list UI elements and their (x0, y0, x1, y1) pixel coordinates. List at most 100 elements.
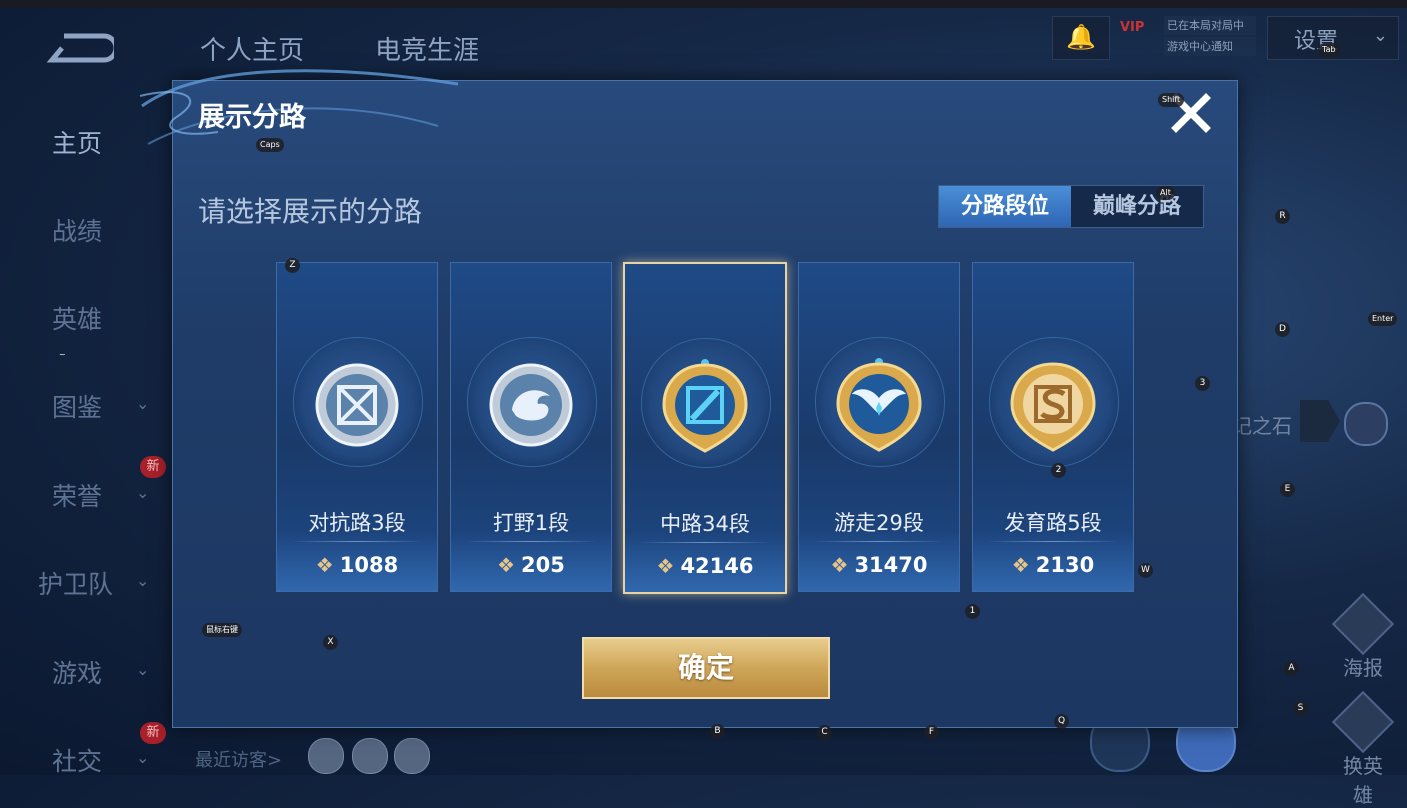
bell-icon[interactable]: 🔔 (1052, 16, 1110, 60)
tab-esports[interactable]: 电竞生涯 (375, 30, 479, 67)
sidebar-item-codex[interactable]: 图鉴 (52, 388, 102, 424)
avatar[interactable] (394, 738, 430, 774)
top-strip (0, 0, 1407, 8)
points-icon: ❖ (656, 554, 675, 578)
score-value: 42146 (680, 554, 754, 578)
silver-dragon-emblem-icon (489, 363, 573, 447)
lane-score: ❖ 2130 (973, 553, 1133, 577)
key-hint-f: F (924, 725, 939, 740)
divider (465, 541, 597, 542)
sidebar-item-guard[interactable]: 护卫队 (38, 565, 113, 601)
score-value: 2130 (1035, 553, 1095, 577)
lane-score: ❖ 205 (451, 553, 611, 577)
key-hint-b: B (710, 724, 725, 739)
key-hint-3: 3 (1195, 376, 1210, 391)
silver-crossed-swords-emblem-icon (315, 363, 399, 447)
chevron-down-icon: ⌄ (136, 483, 150, 502)
tab-peak-lane[interactable]: 巅峰分路 (1071, 186, 1203, 227)
key-hint-a: A (1284, 661, 1299, 676)
tab-profile[interactable]: 个人主页 (200, 30, 304, 67)
change-hero-button[interactable]: 换英雄 (1331, 690, 1395, 808)
back-arrow-icon[interactable] (44, 30, 114, 66)
key-hint-e: E (1280, 482, 1295, 497)
lane-score: ❖ 1088 (277, 553, 437, 577)
points-icon: ❖ (497, 553, 516, 577)
sidebar-item-record[interactable]: 战绩 (52, 212, 102, 248)
divider (639, 542, 771, 543)
sidebar-item-social[interactable]: 社交 (52, 742, 102, 778)
lane-card-mid[interactable]: 中路34段 ❖ 42146 (623, 262, 787, 594)
score-value: 205 (521, 553, 565, 577)
change-hero-icon (1331, 690, 1395, 754)
avatar[interactable] (308, 738, 344, 774)
lane-label: 发育路5段 (1004, 511, 1102, 535)
emblem-icon[interactable] (1344, 402, 1388, 446)
recent-visitors-link[interactable]: 最近访客> (195, 746, 282, 772)
key-hint-tab: Tab (1318, 43, 1340, 57)
gold-wings-emblem-icon (836, 358, 922, 452)
notice-panel[interactable]: 已在本局对局中 游戏中心通知 (1164, 16, 1256, 58)
chevron-down-icon: ⌄ (136, 660, 150, 679)
new-badge: 新 (140, 456, 166, 478)
sidebar-item-heroes[interactable]: 英雄 (52, 300, 102, 336)
lane-label: 打野1段 (492, 511, 570, 535)
gold-staff-emblem-icon (662, 359, 748, 453)
key-hint-caps: Caps (256, 138, 284, 152)
lane-card-adc[interactable]: 发育路5段 ❖ 2130 (972, 262, 1134, 592)
modal-title: 展示分路 (198, 102, 306, 133)
sidebar-item-home[interactable]: 主页 (52, 124, 102, 160)
poster-icon (1331, 592, 1395, 656)
chevron-down-icon: ⌄ (136, 394, 150, 413)
chevron-down-icon: ⌄ (1372, 25, 1388, 46)
chevron-down-icon: ⌄ (136, 571, 150, 590)
notice-line: 游戏中心通知 (1164, 37, 1256, 56)
key-hint-tilde: ~ (59, 350, 66, 359)
confirm-button[interactable]: 确定 (582, 637, 830, 699)
points-icon: ❖ (830, 553, 849, 577)
key-hint-z: Z (285, 258, 300, 273)
right-partial-label[interactable]: 记之石 (1232, 410, 1292, 439)
notice-line: 已在本局对局中 (1164, 16, 1256, 35)
chevron-down-icon: ⌄ (136, 748, 150, 767)
lane-score: ❖ 31470 (799, 553, 959, 577)
avatar[interactable] (352, 738, 388, 774)
score-value: 31470 (854, 553, 928, 577)
tab-lane-rank[interactable]: 分路段位 (939, 186, 1071, 227)
lane-label: 中路34段 (660, 512, 750, 536)
lane-label: 游走29段 (834, 511, 924, 535)
points-icon: ❖ (315, 553, 334, 577)
score-value: 1088 (339, 553, 399, 577)
sidebar-item-honor[interactable]: 荣誉 (52, 477, 102, 513)
sidebar-item-game[interactable]: 游戏 (52, 654, 102, 690)
lane-label: 对抗路3段 (308, 511, 406, 535)
key-hint-s: S (1293, 701, 1308, 716)
key-hint-x: X (323, 635, 338, 650)
key-hint-c: C (817, 725, 832, 740)
key-hint-alt: Alt (1156, 186, 1175, 200)
divider (291, 541, 423, 542)
lane-card-roam[interactable]: 游走29段 ❖ 31470 (798, 262, 960, 592)
lane-card-jungle[interactable]: 打野1段 ❖ 205 (450, 262, 612, 592)
new-badge: 新 (140, 722, 166, 744)
key-hint-2: 2 (1051, 463, 1066, 478)
divider (987, 541, 1119, 542)
key-hint-r: R (1275, 209, 1290, 224)
points-icon: ❖ (1011, 553, 1030, 577)
lane-score: ❖ 42146 (625, 554, 785, 578)
vip-badge[interactable]: VIP (1120, 20, 1144, 35)
key-hint-shift: Shift (1158, 93, 1185, 107)
key-hint-d: D (1275, 322, 1290, 337)
key-hint-w: W (1138, 563, 1153, 578)
poster-button[interactable]: 海报 (1331, 592, 1395, 681)
divider (813, 541, 945, 542)
select-lane-subtitle: 请选择展示的分路 (198, 195, 423, 228)
key-hint-q: Q (1054, 714, 1069, 729)
lane-card-top[interactable]: 对抗路3段 ❖ 1088 (276, 262, 438, 592)
poster-label: 海报 (1343, 656, 1383, 680)
gold-s-emblem-icon (1010, 362, 1096, 452)
key-hint-enter: Enter (1368, 312, 1398, 326)
change-hero-label: 换英雄 (1343, 754, 1383, 807)
key-hint-mouse-right: 鼠标右键 (202, 623, 242, 637)
arrow-tag-icon (1300, 400, 1340, 442)
key-hint-1: 1 (965, 604, 980, 619)
